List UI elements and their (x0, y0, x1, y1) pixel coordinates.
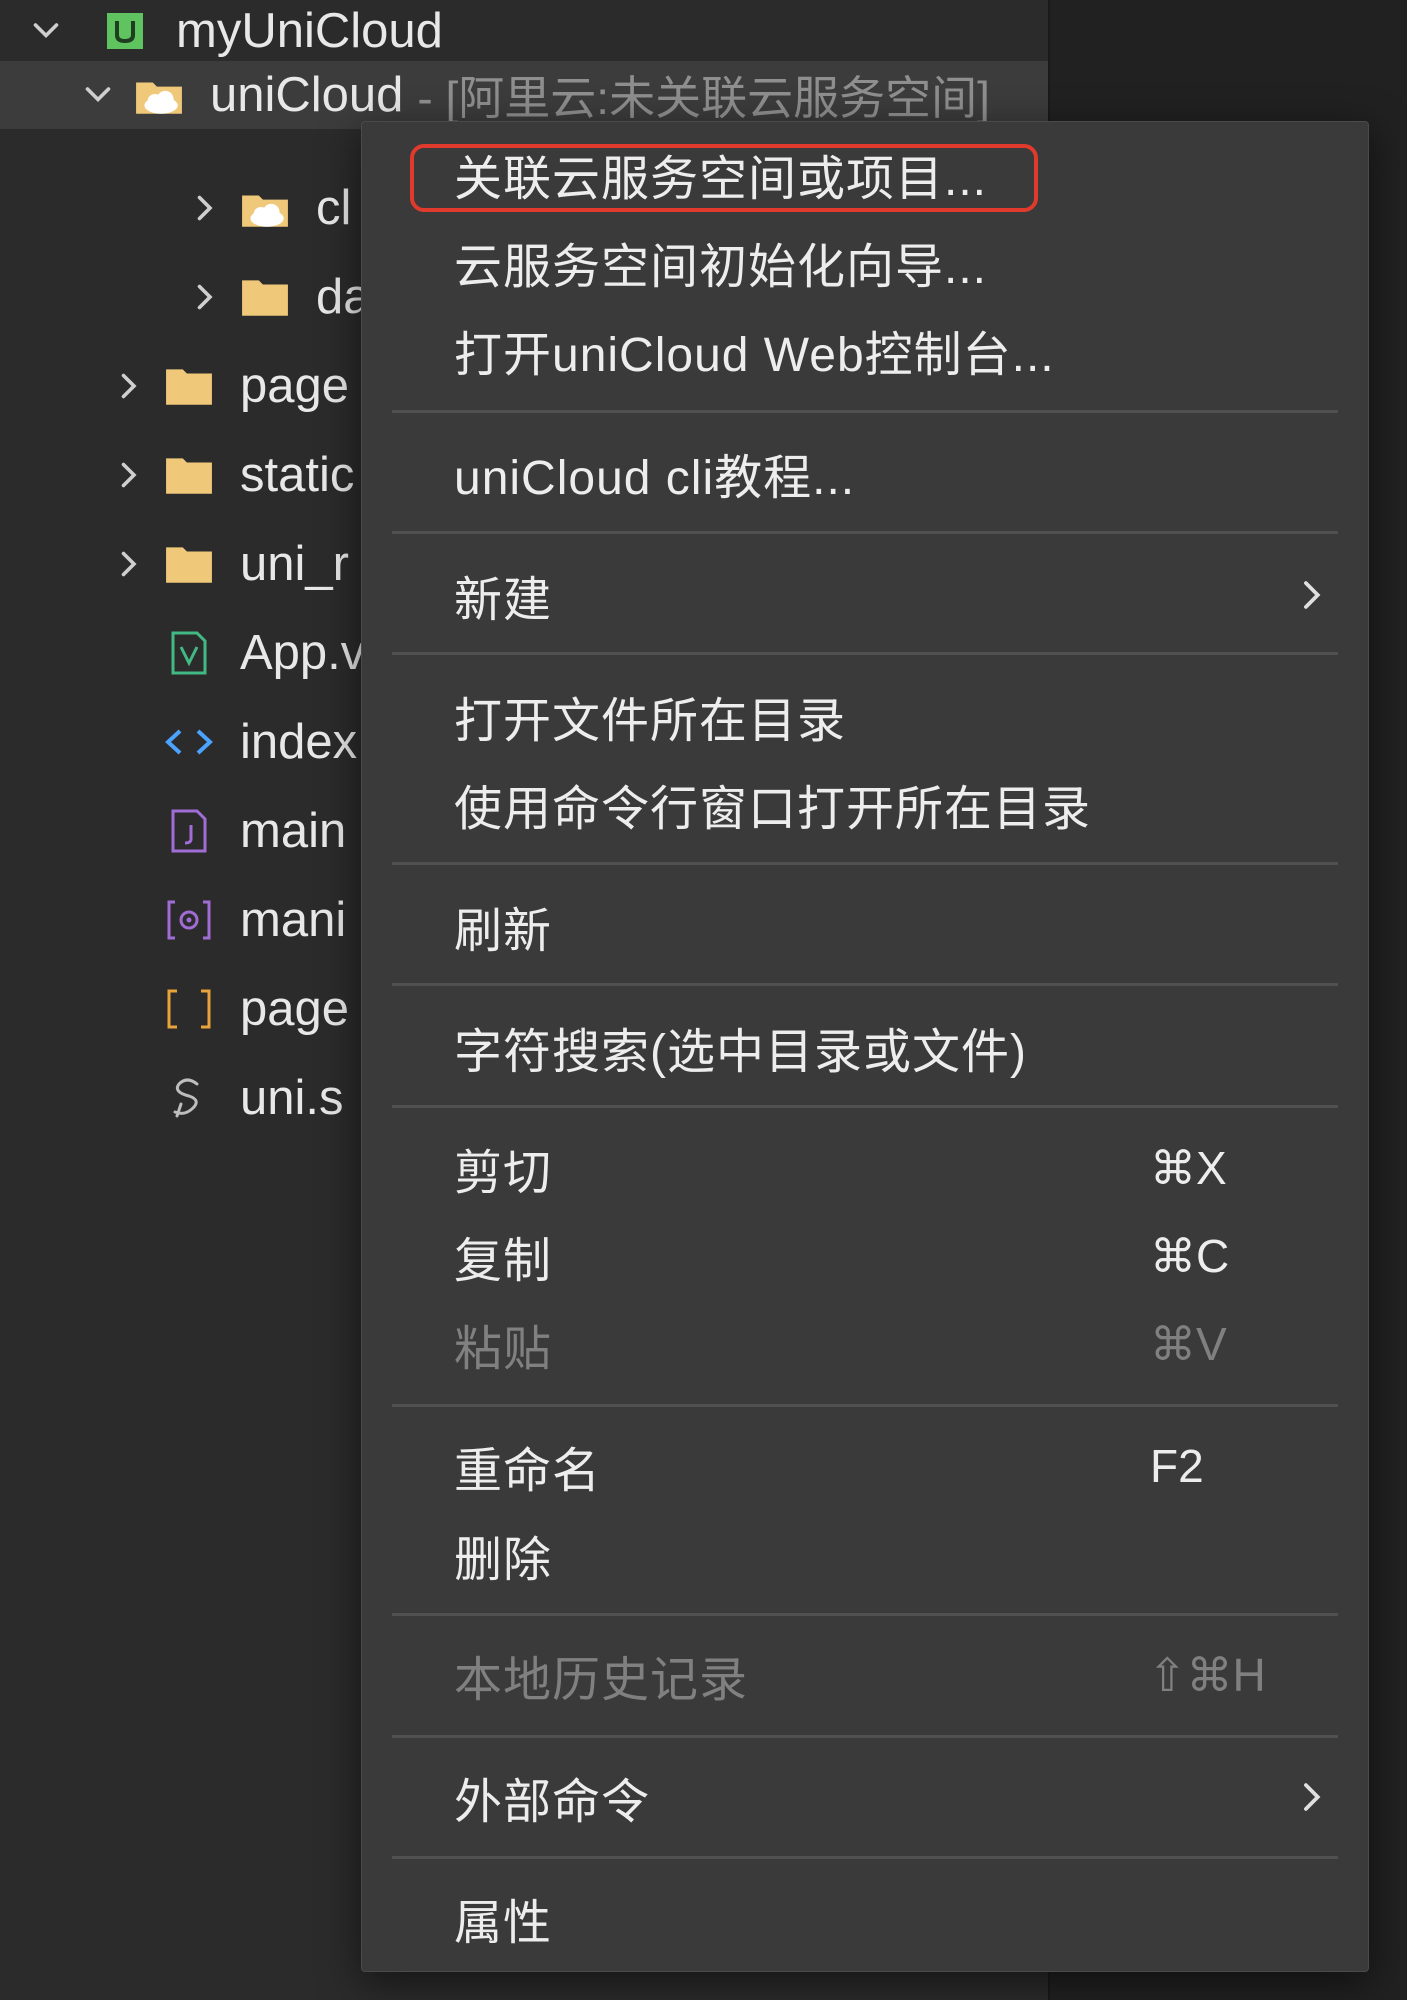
folder-icon (160, 539, 218, 589)
shortcut-label: ⇧⌘H (1148, 1649, 1266, 1701)
cloud-folder-icon (236, 183, 294, 233)
vue-file-icon (160, 628, 218, 678)
tree-item-label: page (240, 359, 350, 413)
chevron-right-icon[interactable] (184, 188, 224, 228)
menu-separator (392, 652, 1338, 655)
js-file-icon (160, 806, 218, 856)
chevron-right-icon[interactable] (108, 455, 148, 495)
menu-item-rename[interactable]: 重命名 F2 (362, 1422, 1368, 1510)
project-icon (96, 6, 154, 56)
unicloud-binding-status: - [阿里云:未关联云服务空间] (417, 72, 990, 124)
shortcut-label: ⌘V (1150, 1318, 1227, 1370)
menu-item-search-text[interactable]: 字符搜索(选中目录或文件) (362, 1003, 1368, 1091)
menu-item-new[interactable]: 新建 (362, 551, 1368, 639)
menu-separator (392, 1613, 1338, 1616)
chevron-right-icon[interactable] (108, 366, 148, 406)
project-label: myUniCloud (176, 4, 443, 58)
menu-item-paste: 粘贴 ⌘V (454, 1318, 1227, 1376)
menu-separator (392, 1404, 1338, 1407)
chevron-right-icon[interactable] (108, 544, 148, 584)
tree-item-label: mani (240, 893, 347, 947)
menu-item-properties[interactable]: 属性 (362, 1874, 1368, 1962)
scss-file-icon (160, 1073, 218, 1123)
shortcut-label: ⌘C (1150, 1230, 1230, 1282)
menu-item-cli-tutorial[interactable]: uniCloud cli教程... (362, 429, 1368, 517)
menu-separator (392, 1856, 1338, 1859)
tree-item-label: cl (316, 181, 352, 235)
menu-separator (392, 1105, 1338, 1108)
menu-item-cut[interactable]: 剪切 ⌘X (362, 1124, 1368, 1212)
menu-item-refresh[interactable]: 刷新 (362, 882, 1368, 970)
tree-item-label: main (240, 804, 347, 858)
menu-item-init-wizard[interactable]: 云服务空间初始化向导... (362, 218, 1368, 306)
tree-item-label: static (240, 448, 355, 502)
unicloud-label: uniCloud (210, 68, 404, 122)
menu-separator (392, 531, 1338, 534)
manifest-file-icon (160, 895, 218, 945)
chevron-down-icon[interactable] (78, 75, 118, 115)
menu-separator (392, 1735, 1338, 1738)
chevron-right-icon[interactable] (184, 277, 224, 317)
menu-item-external-commands[interactable]: 外部命令 (362, 1753, 1368, 1841)
menu-item-copy[interactable]: 复制 ⌘C (362, 1212, 1368, 1300)
menu-item-open-in-terminal[interactable]: 使用命令行窗口打开所在目录 (362, 760, 1368, 848)
menu-item-open-web-console[interactable]: 打开uniCloud Web控制台... (362, 306, 1368, 394)
html-file-icon (160, 717, 218, 767)
tree-item-label: App.v (240, 626, 366, 680)
chevron-down-icon[interactable] (26, 11, 66, 51)
folder-icon (236, 272, 294, 322)
chevron-right-icon (1304, 1783, 1321, 1811)
shortcut-label: ⌘X (1150, 1142, 1227, 1194)
shortcut-label: F2 (1150, 1440, 1204, 1492)
menu-item-local-history: 本地历史记录 ⇧⌘H (454, 1649, 1266, 1707)
tree-item-label: uni_r (240, 537, 349, 591)
context-menu: 关联云服务空间或项目... 云服务空间初始化向导... 打开uniCloud W… (361, 121, 1369, 1972)
menu-separator (392, 862, 1338, 865)
tree-item-label: uni.s (240, 1071, 344, 1125)
tree-item-label: page (240, 982, 350, 1036)
cloud-folder-icon (130, 70, 188, 120)
folder-icon (160, 450, 218, 500)
tree-row-unicloud[interactable]: uniCloud - [阿里云:未关联云服务空间] (0, 61, 1048, 129)
chevron-right-icon (1304, 581, 1321, 609)
folder-icon (160, 361, 218, 411)
menu-item-delete[interactable]: 删除 (362, 1511, 1368, 1599)
tree-item-label: index (240, 715, 358, 769)
menu-item-link-cloud-space[interactable]: 关联云服务空间或项目... (362, 130, 1368, 218)
json-file-icon (160, 984, 218, 1034)
menu-separator (392, 983, 1338, 986)
menu-separator (392, 410, 1338, 413)
menu-item-open-folder[interactable]: 打开文件所在目录 (362, 672, 1368, 760)
